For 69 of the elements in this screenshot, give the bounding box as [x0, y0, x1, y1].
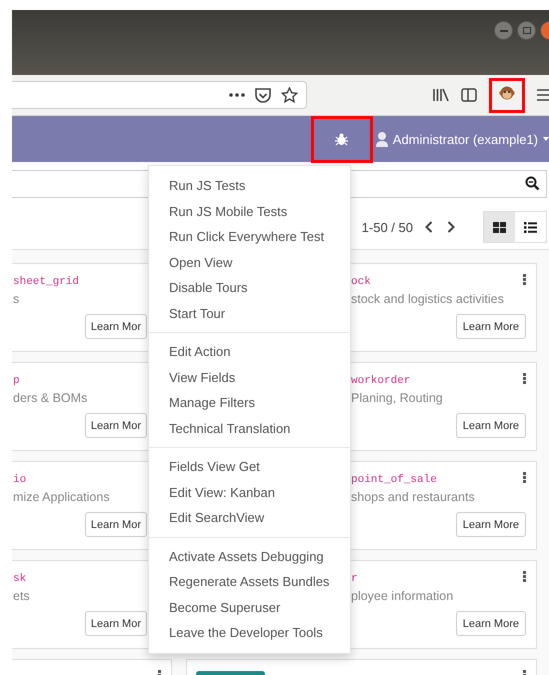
monkey-icon: [499, 84, 515, 100]
menu-item[interactable]: Edit SearchView: [149, 505, 350, 530]
menu-item[interactable]: Run JS Mobile Tests: [149, 198, 350, 224]
bug-icon: [335, 132, 348, 146]
kanban-view-button[interactable]: [484, 212, 515, 242]
module-name: r: [351, 572, 358, 587]
menu-item[interactable]: Become Superuser: [149, 594, 350, 620]
learn-more-button[interactable]: Learn Mor: [84, 611, 147, 636]
menu-item[interactable]: Activate Assets Debugging: [149, 544, 350, 569]
menu-item[interactable]: Edit View: Kanban: [149, 480, 350, 505]
address-bar[interactable]: [12, 81, 307, 109]
module-name: sheet_grid: [13, 275, 80, 290]
module-summary: stock and logistics activities: [351, 291, 504, 308]
menu-item[interactable]: Regenerate Assets Bundles: [149, 569, 350, 594]
module-summary: ets: [13, 588, 30, 605]
menu-item[interactable]: Start Tour: [149, 300, 350, 326]
module-name: io: [13, 473, 26, 488]
sidebar-icon[interactable]: [461, 88, 477, 102]
minimize-icon: [500, 30, 508, 32]
kebab-icon[interactable]: [523, 274, 526, 285]
minimize-button[interactable]: [494, 21, 513, 40]
learn-more-button[interactable]: Learn Mor: [84, 512, 147, 537]
menu-item[interactable]: View Fields: [149, 364, 350, 390]
pager-value: 1-50 / 50: [362, 220, 413, 234]
maximize-icon: [522, 27, 530, 34]
previous-icon[interactable]: [425, 221, 433, 233]
module-name: workorder: [351, 374, 410, 389]
user-menu[interactable]: Administrator (example1): [392, 132, 538, 146]
module-summary: shops and restaurants: [351, 489, 475, 506]
next-icon[interactable]: [447, 221, 455, 233]
menu-item[interactable]: Technical Translation: [149, 416, 350, 441]
kebab-icon[interactable]: [523, 472, 526, 483]
more-icon[interactable]: [229, 93, 245, 97]
maximize-button[interactable]: [517, 21, 536, 40]
learn-more-button[interactable]: Learn More: [456, 611, 526, 636]
module-summary: ders & BOMs: [13, 390, 88, 407]
module-summary: ployee information: [351, 588, 454, 605]
module-name: sk: [13, 572, 26, 587]
menu-item[interactable]: Edit Action: [149, 339, 350, 364]
learn-more-button[interactable]: Learn Mor: [84, 413, 147, 438]
menu-item[interactable]: Fields View Get: [149, 454, 350, 480]
learn-more-button[interactable]: Learn More: [456, 512, 526, 537]
module-summary: mize Applications: [13, 489, 110, 506]
learn-more-button[interactable]: Learn Mor: [84, 314, 147, 339]
bookmark-star-icon[interactable]: [281, 87, 298, 103]
menu-item[interactable]: Manage Filters: [149, 390, 350, 416]
library-icon[interactable]: [433, 88, 449, 102]
user-avatar-icon: [376, 131, 388, 147]
learn-more-button[interactable]: Learn More: [456, 413, 526, 438]
pocket-icon[interactable]: [255, 88, 271, 102]
search-icon[interactable]: [525, 176, 540, 191]
module-name: p: [13, 374, 20, 389]
menu-item[interactable]: Leave the Developer Tools: [149, 620, 350, 646]
kebab-icon[interactable]: [523, 373, 526, 384]
menu-item[interactable]: Run Click Everywhere Test: [149, 224, 350, 250]
menu-item[interactable]: Disable Tours: [149, 275, 350, 300]
module-summary: s: [13, 291, 20, 308]
list-icon: [524, 222, 537, 232]
kebab-icon[interactable]: [523, 571, 526, 582]
caret-icon: [543, 137, 549, 141]
module-summary: Planing, Routing: [351, 390, 443, 407]
grid-icon: [493, 222, 506, 232]
learn-more-button[interactable]: Learn More: [456, 314, 526, 339]
module-name: ock: [351, 275, 371, 290]
menu-item[interactable]: Open View: [149, 250, 350, 275]
module-name: point_of_sale: [351, 473, 437, 488]
debug-button[interactable]: [310, 116, 373, 162]
menu-icon[interactable]: [537, 89, 549, 101]
extension-button[interactable]: [489, 78, 525, 112]
